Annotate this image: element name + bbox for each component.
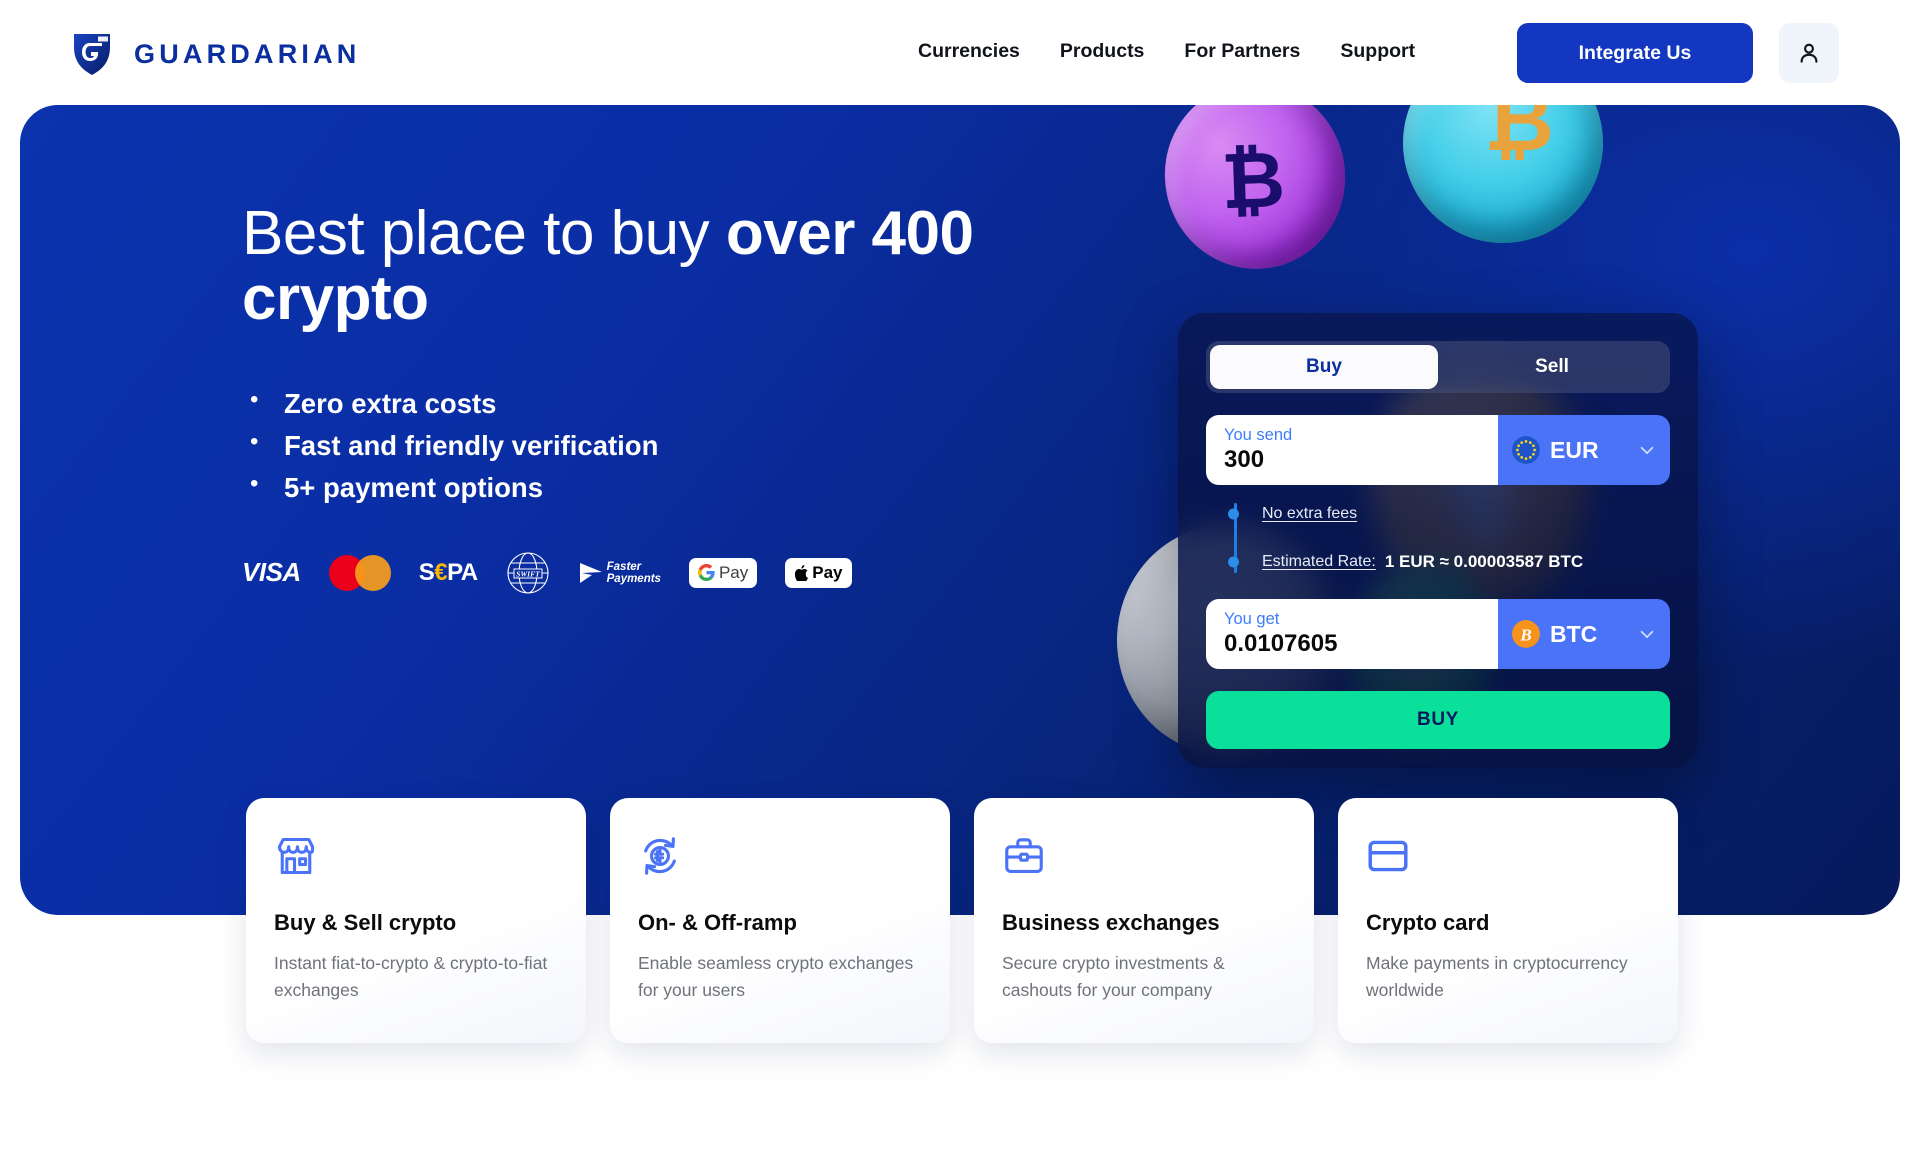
hero-benefit-list: Zero extra costs Fast and friendly verif… (242, 382, 1082, 509)
you-send-input[interactable]: You send 300 (1206, 415, 1498, 485)
hero-title-plain: Best place to buy (242, 199, 726, 268)
nav-support[interactable]: Support (1340, 40, 1415, 63)
brand-name: GUARDARIAN (134, 38, 361, 69)
credit-card-icon (1368, 840, 1408, 872)
no-extra-fees-link[interactable]: No extra fees (1262, 505, 1357, 523)
page-title: Best place to buy over 400 crypto (242, 201, 1082, 331)
svg-text:SWIFT: SWIFT (516, 569, 540, 578)
chevron-down-icon (1640, 446, 1654, 455)
card-crypto-card[interactable]: Crypto card Make payments in cryptocurre… (1338, 798, 1678, 1043)
tab-sell[interactable]: Sell (1438, 345, 1666, 389)
card-desc: Enable seamless crypto exchanges for you… (638, 953, 914, 1001)
visa-logo: VISA (242, 557, 301, 588)
chevron-down-icon (1640, 630, 1654, 639)
faster-payments-logo: Faster Payments (578, 555, 661, 591)
estimated-rate-label[interactable]: Estimated Rate: (1262, 553, 1376, 571)
you-get-input[interactable]: You get 0.0107605 (1206, 599, 1498, 669)
you-get-value: 0.0107605 (1224, 629, 1338, 657)
card-desc: Secure crypto investments & cashouts for… (1002, 953, 1225, 1001)
you-send-field: You send 300 EUR (1206, 415, 1670, 485)
you-get-field: You get 0.0107605 B BTC (1206, 599, 1670, 669)
apple-icon (795, 564, 809, 581)
hero-section: ₿ ₿ Best place to buy over 400 crypto • … (20, 105, 1900, 915)
nav-currencies[interactable]: Currencies (918, 40, 1020, 63)
card-on-off-ramp[interactable]: On- & Off-ramp Enable seamless crypto ex… (610, 798, 950, 1043)
crypto-swap-icon (644, 837, 676, 875)
nav-products[interactable]: Products (1060, 40, 1145, 63)
bitcoin-symbol-icon: ₿ (1219, 134, 1287, 225)
card-title: Buy & Sell crypto (274, 910, 457, 935)
send-currency-selector[interactable]: EUR (1498, 415, 1670, 485)
exchange-widget: Buy Sell You send 300 EUR No extra fees … (1178, 313, 1698, 768)
card-business-exchanges[interactable]: Business exchanges Secure crypto investm… (974, 798, 1314, 1043)
swift-logo: SWIFT (506, 552, 550, 594)
card-title: On- & Off-ramp (638, 910, 797, 935)
card-desc: Instant fiat-to-crypto & crypto-to-fiat … (274, 953, 548, 1001)
payment-methods-row: VISA S€PA SWIFT Faster Payments Pay Pay (242, 552, 1082, 594)
eur-flag-icon (1512, 436, 1540, 464)
no-extra-fees-row: No extra fees (1228, 499, 1670, 529)
get-currency-selector[interactable]: B BTC (1498, 599, 1670, 669)
get-currency-code: BTC (1550, 620, 1598, 647)
bullet-dot-icon (1228, 556, 1239, 568)
list-item: Zero extra costs (242, 382, 1082, 425)
apple-pay-logo: Pay (785, 555, 852, 591)
list-item: 5+ payment options (242, 466, 1082, 509)
coin-purple-bitcoin: ₿ (1147, 105, 1363, 286)
feature-cards: Buy & Sell crypto Instant fiat-to-crypto… (246, 798, 1678, 1043)
hero-copy: Best place to buy over 400 crypto Zero e… (242, 201, 1082, 594)
you-get-label: You get (1224, 610, 1280, 629)
site-header: GUARDARIAN Currencies Products For Partn… (0, 0, 1920, 105)
google-pay-logo: Pay (688, 555, 758, 591)
briefcase-icon (1005, 838, 1043, 873)
integrate-us-button[interactable]: Integrate Us (1517, 23, 1753, 83)
rate-info: No extra fees Estimated Rate: 1 EUR ≈ 0.… (1228, 499, 1670, 577)
btc-coin-icon: B (1512, 620, 1540, 648)
account-button[interactable] (1779, 23, 1839, 83)
card-buy-sell-crypto[interactable]: Buy & Sell crypto Instant fiat-to-crypto… (246, 798, 586, 1043)
brand-logo[interactable]: GUARDARIAN (72, 32, 361, 76)
coin-cyan-bitcoin: ₿ (1381, 105, 1625, 265)
svg-text:B: B (1519, 625, 1531, 644)
list-item: Fast and friendly verification (242, 424, 1082, 467)
nav-for-partners[interactable]: For Partners (1184, 40, 1300, 63)
you-send-label: You send (1224, 426, 1293, 445)
google-g-icon (697, 564, 715, 582)
card-desc: Make payments in cryptocurrency worldwid… (1366, 953, 1628, 1001)
user-account-icon (1800, 43, 1818, 63)
you-send-value: 300 (1224, 445, 1265, 473)
mastercard-logo (328, 554, 391, 591)
buy-sell-toggle: Buy Sell (1206, 341, 1670, 393)
bullet-dot-icon (1228, 508, 1239, 520)
card-title: Crypto card (1366, 910, 1490, 935)
shield-g-logo-icon (74, 34, 110, 75)
buy-submit-button[interactable]: BUY (1206, 691, 1670, 749)
estimated-rate-value: 1 EUR ≈ 0.00003587 BTC (1384, 552, 1584, 571)
storefront-icon (277, 837, 315, 875)
main-nav: Currencies Products For Partners Support (918, 40, 1415, 63)
card-title: Business exchanges (1002, 910, 1220, 935)
send-currency-code: EUR (1550, 436, 1599, 463)
bitcoin-symbol-icon: ₿ (1483, 105, 1555, 169)
sepa-logo: S€PA (418, 558, 478, 586)
estimated-rate-row: Estimated Rate: 1 EUR ≈ 0.00003587 BTC (1228, 547, 1670, 577)
tab-buy[interactable]: Buy (1210, 345, 1438, 389)
